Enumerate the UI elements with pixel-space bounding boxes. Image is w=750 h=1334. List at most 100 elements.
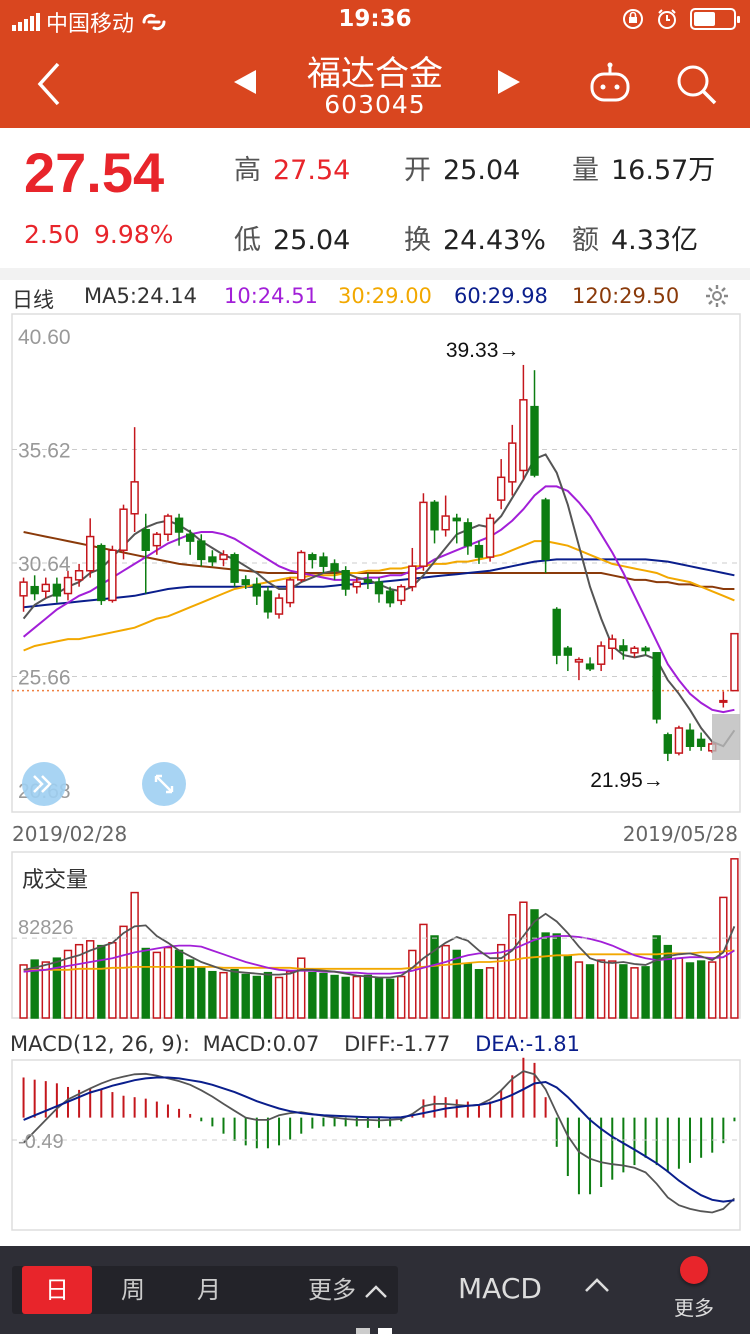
volume-bar (208, 970, 217, 1019)
volume-bar (685, 962, 695, 1019)
macd-histogram (22, 1057, 736, 1195)
volume-bar (308, 971, 317, 1019)
volume-bar (374, 977, 384, 1019)
volume-bar (352, 975, 361, 1019)
volume-tick-label: 82826 (18, 917, 74, 939)
candle-body (585, 663, 595, 670)
ma5-value: MA5:24.14 (84, 284, 198, 308)
candle-body (463, 522, 473, 547)
candle-body (141, 528, 150, 551)
volume-bar (463, 963, 473, 1019)
stock-name: 福达合金 (307, 54, 443, 94)
candle-body (330, 563, 339, 572)
period-more-label: 更多 (308, 1276, 356, 1304)
period-week-tab[interactable]: 周 (98, 1266, 168, 1314)
volume-bar (585, 964, 595, 1019)
candle-body (74, 569, 84, 581)
indicator-chevron-up-icon[interactable] (584, 1276, 610, 1294)
candle-body (730, 632, 739, 692)
volume-bar (674, 957, 684, 1019)
ma30-value: 30:29.00 (338, 284, 432, 308)
more-dot-icon (680, 1256, 708, 1284)
period-selector: 日 周 月 更多 (12, 1266, 398, 1314)
price-tick-label: 40.60 (18, 326, 71, 349)
volume-bar (152, 951, 162, 1019)
price-axis-labels: 40.6035.6230.6425.6620.6839.33→21.95→ (18, 326, 740, 803)
price-change-percent: 9.98% (94, 220, 174, 249)
robot-assistant-icon[interactable] (588, 62, 632, 104)
fullscreen-float-button[interactable] (142, 762, 186, 806)
candle-body (119, 508, 128, 551)
price-tick-label: 30.64 (18, 553, 71, 576)
volume-bars (19, 858, 739, 1019)
candle-body (308, 554, 317, 561)
volume-bar (163, 946, 173, 1019)
kline-chart[interactable]: 40.6035.6230.6425.6620.6839.33→21.95→ 82… (0, 312, 750, 1232)
collapse-float-button[interactable] (22, 762, 66, 806)
candle-body (385, 590, 395, 604)
candle-body (197, 540, 206, 561)
candle-body (508, 442, 517, 483)
volume-bar (319, 972, 328, 1019)
period-day-tab[interactable]: 日 (22, 1266, 92, 1314)
volume-bar (441, 944, 450, 1019)
settings-gear-icon[interactable] (704, 283, 730, 309)
volume-bar (63, 949, 73, 1019)
candle-body (219, 554, 228, 561)
stat-high-value: 27.54 (273, 155, 351, 186)
volume-bar (241, 973, 250, 1019)
max-price-label: 39.33→ (446, 339, 520, 362)
candle-body (619, 645, 628, 652)
volume-bar (130, 891, 139, 1019)
more-menu-label: 更多 (674, 1296, 714, 1320)
candle-body (63, 576, 73, 595)
volume-bar (397, 975, 406, 1019)
volume-bar (285, 970, 295, 1019)
stat-volume: 量 16.57万 (572, 148, 715, 187)
chart-scroll-indicator (712, 714, 740, 760)
ma10-value: 10:24.51 (224, 284, 318, 308)
indicator-selector[interactable]: MACD (458, 1272, 542, 1305)
period-month-tab[interactable]: 月 (174, 1266, 244, 1314)
candle-body (352, 581, 361, 588)
stat-turnover: 换 24.43% (404, 218, 546, 257)
stat-low-value: 25.04 (273, 225, 351, 256)
candle-body (485, 517, 495, 558)
candle-body (441, 515, 450, 531)
stat-high: 高 27.54 (234, 148, 350, 187)
volume-bar (519, 901, 528, 1019)
stat-low: 低 25.04 (234, 218, 350, 257)
search-icon[interactable] (674, 62, 718, 106)
ma120-value: 120:29.50 (572, 284, 680, 308)
candle-body (552, 608, 561, 656)
candle-body (719, 699, 728, 703)
stat-volume-value: 16.57万 (611, 155, 716, 186)
next-stock-icon[interactable] (496, 68, 522, 96)
candle-body (252, 583, 262, 597)
home-indicator (356, 1328, 392, 1334)
price-tick-label: 25.66 (18, 667, 71, 690)
candle-body (474, 544, 484, 558)
more-menu-button[interactable]: 更多 (666, 1256, 722, 1321)
period-more-button[interactable]: 更多 (308, 1266, 388, 1314)
volume-bar (219, 971, 228, 1019)
stat-open-value: 25.04 (443, 155, 521, 186)
chart-start-date: 2019/02/28 (12, 822, 128, 846)
candle-body (408, 565, 417, 588)
status-bar: 中国移动 19:36 (0, 0, 750, 40)
candle-body (274, 597, 284, 615)
candle-body (674, 727, 684, 754)
candle-body (97, 544, 106, 602)
candle-body (397, 585, 406, 602)
macd-legend: MACD(12, 26, 9): MACD:0.07 DIFF:-1.77 DE… (10, 1032, 598, 1056)
chevron-up-icon (364, 1285, 387, 1298)
volume-bar (341, 976, 350, 1019)
period-label[interactable]: 日线 (12, 284, 54, 314)
volume-bar (508, 914, 517, 1019)
dea-value: DEA:-1.81 (475, 1032, 580, 1056)
volume-bar (363, 974, 373, 1019)
stat-amount-label: 额 (572, 225, 599, 256)
volume-title: 成交量 (22, 868, 89, 893)
candle-body (41, 583, 50, 593)
stat-amount: 额 4.33亿 (572, 218, 698, 257)
